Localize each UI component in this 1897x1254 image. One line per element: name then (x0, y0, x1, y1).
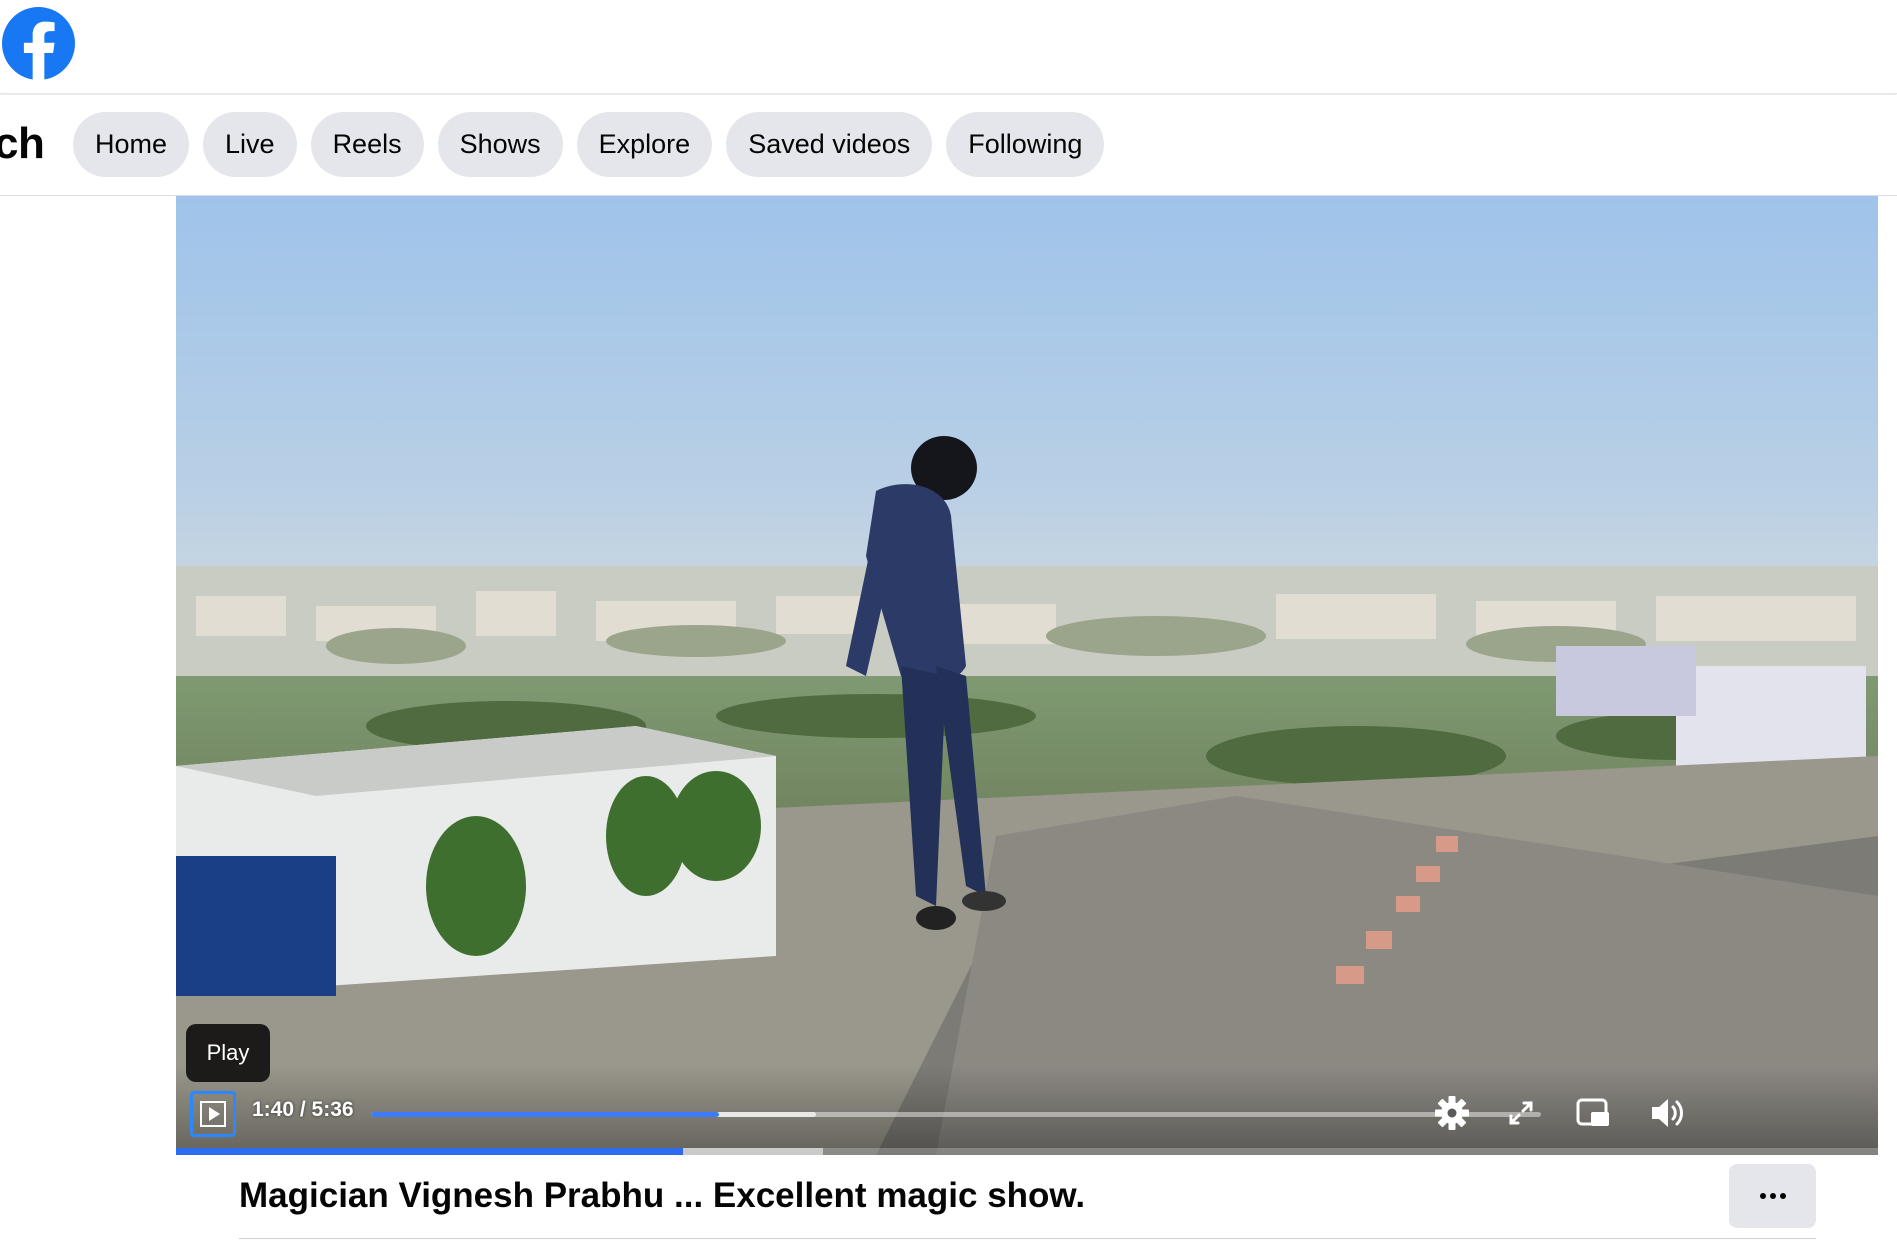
tab-explore[interactable]: Explore (576, 112, 713, 177)
bottom-played (176, 1148, 683, 1155)
seek-bar[interactable] (371, 1112, 1541, 1117)
facebook-icon[interactable] (2, 7, 75, 80)
seek-played (371, 1112, 720, 1117)
volume-icon[interactable] (1646, 1090, 1692, 1136)
video-player[interactable]: Play 1:40 / 5:36 (176, 196, 1878, 1155)
video-title: Magician Vignesh Prabhu ... Excellent ma… (239, 1176, 1086, 1215)
tab-saved-videos[interactable]: Saved videos (726, 112, 933, 177)
top-navigation-bar (0, 0, 1897, 94)
expand-icon[interactable] (1498, 1090, 1544, 1136)
play-button[interactable] (190, 1091, 236, 1137)
watch-heading: ch (0, 119, 45, 168)
tab-home[interactable]: Home (73, 112, 190, 177)
controls-gradient (176, 1065, 1878, 1155)
watch-tabs: Home Live Reels Shows Explore Saved vide… (73, 112, 1105, 177)
tab-shows[interactable]: Shows (437, 112, 563, 177)
bottom-progress (176, 1148, 1878, 1155)
tab-following[interactable]: Following (946, 112, 1105, 177)
tab-reels[interactable]: Reels (310, 112, 424, 177)
gear-icon[interactable] (1429, 1090, 1475, 1136)
tab-live[interactable]: Live (203, 112, 297, 177)
more-icon (1759, 1193, 1786, 1199)
divider (239, 1238, 1816, 1239)
video-frame (176, 196, 1878, 1155)
more-options-button[interactable] (1729, 1164, 1816, 1228)
play-icon (200, 1101, 226, 1127)
picture-in-picture-icon[interactable] (1570, 1090, 1616, 1136)
play-tooltip: Play (186, 1024, 270, 1082)
time-display: 1:40 / 5:36 (252, 1098, 354, 1121)
